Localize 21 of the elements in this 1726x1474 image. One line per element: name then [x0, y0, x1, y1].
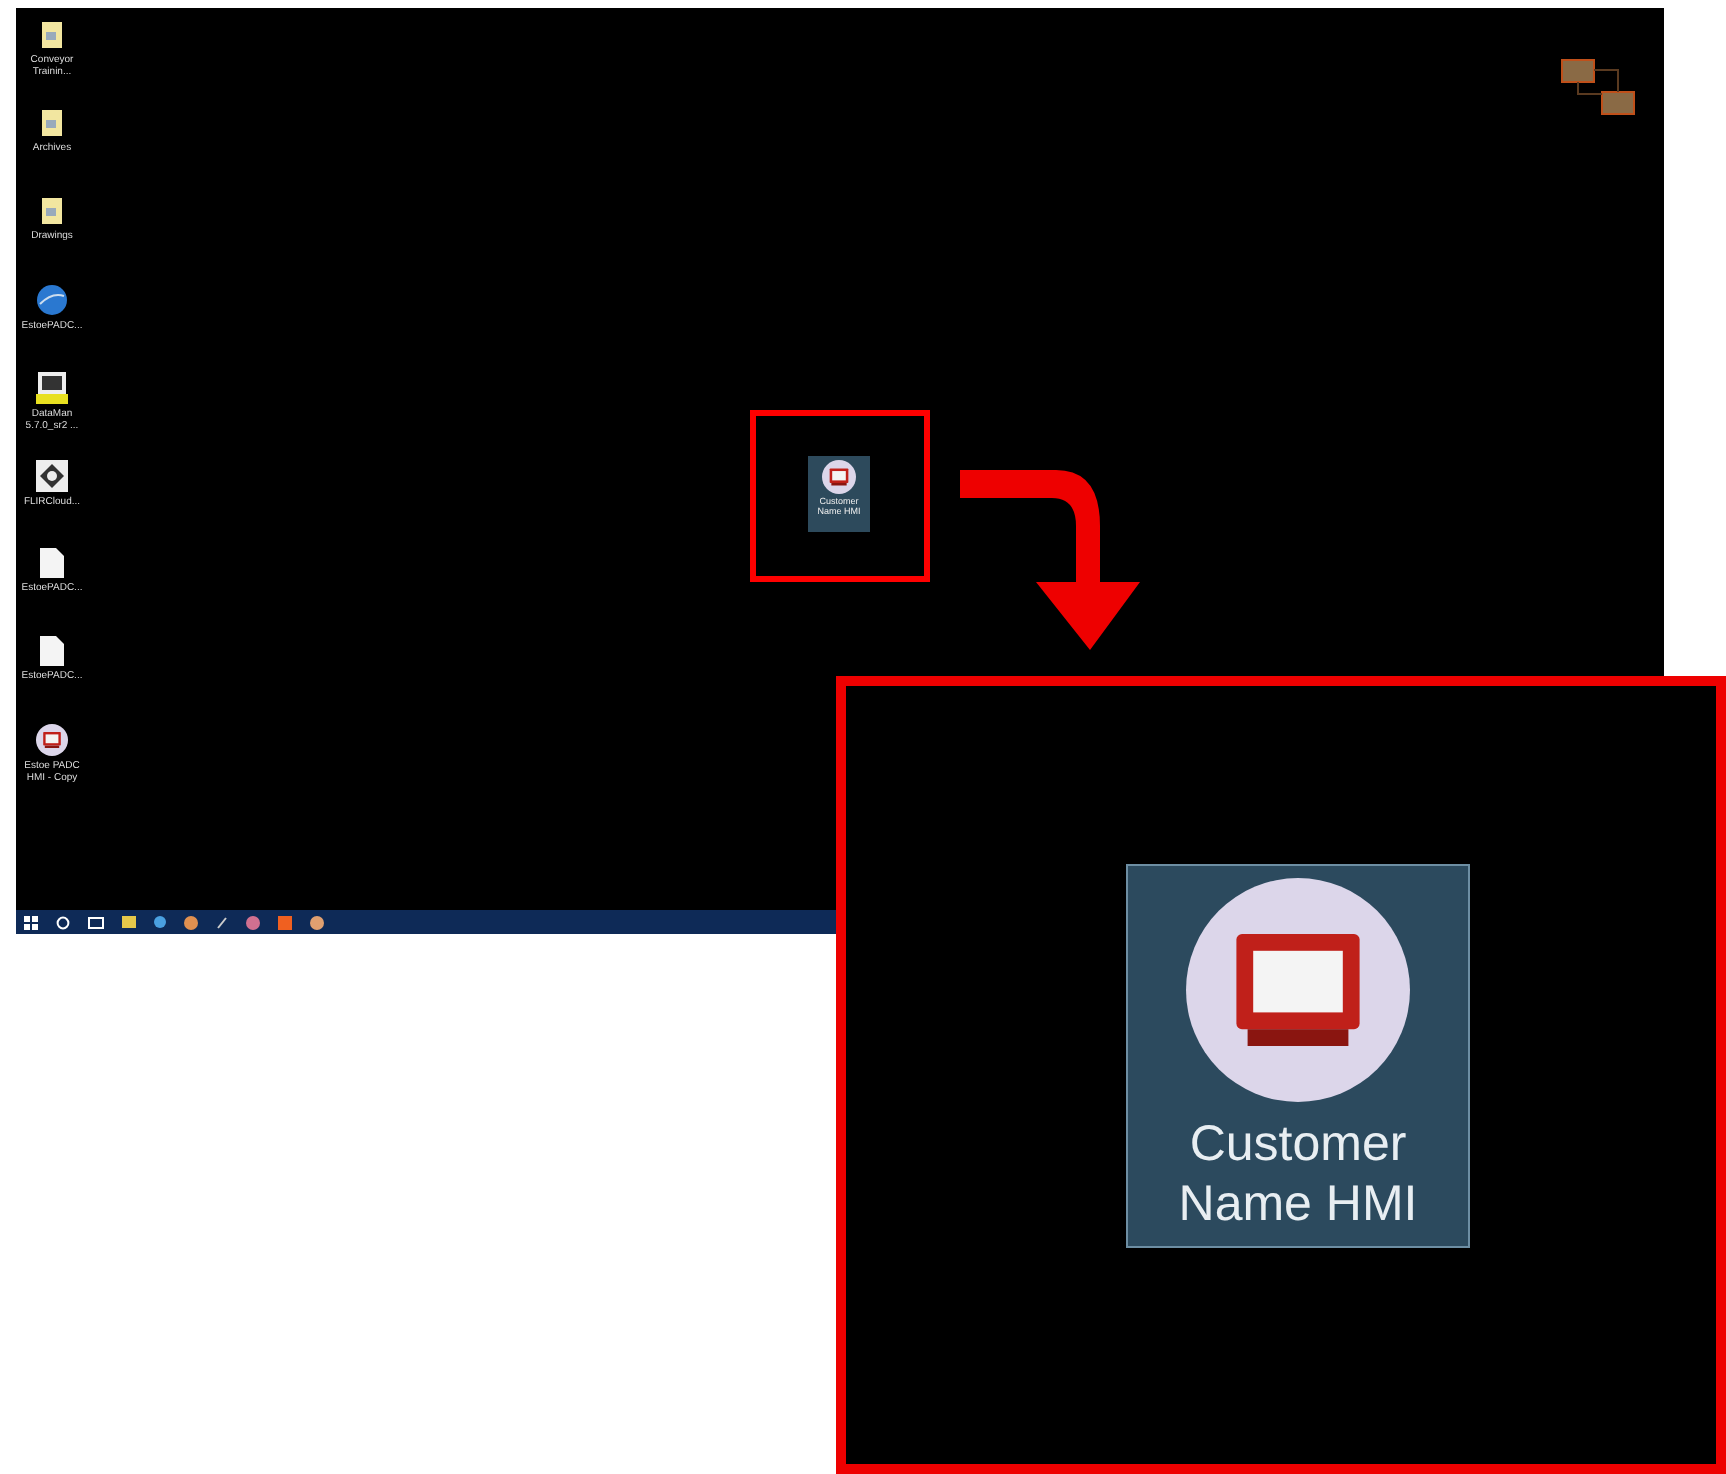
monitor-icon: [36, 724, 68, 756]
pen-icon[interactable]: [216, 915, 228, 929]
app-icon: [36, 372, 68, 404]
app-icon[interactable]: [278, 915, 292, 929]
icon-label: Customer Name HMI: [1176, 1114, 1420, 1234]
globe-icon: [36, 284, 68, 316]
monitor-icon: [1186, 878, 1410, 1102]
file-icon: [40, 548, 64, 578]
task-view-icon[interactable]: [88, 915, 104, 929]
windows-icon[interactable]: [24, 915, 38, 929]
app-icon[interactable]: [310, 915, 324, 929]
folder-icon: [40, 108, 64, 138]
search-icon[interactable]: [56, 915, 70, 929]
camera-icon: [36, 460, 68, 492]
app-icon[interactable]: [184, 915, 198, 929]
file-icon: [40, 636, 64, 666]
app-icon[interactable]: [154, 916, 166, 928]
monitor-icon: [822, 460, 856, 494]
folder-icon: [40, 20, 64, 50]
folder-icon: [40, 196, 64, 226]
app-icon[interactable]: [246, 915, 260, 929]
